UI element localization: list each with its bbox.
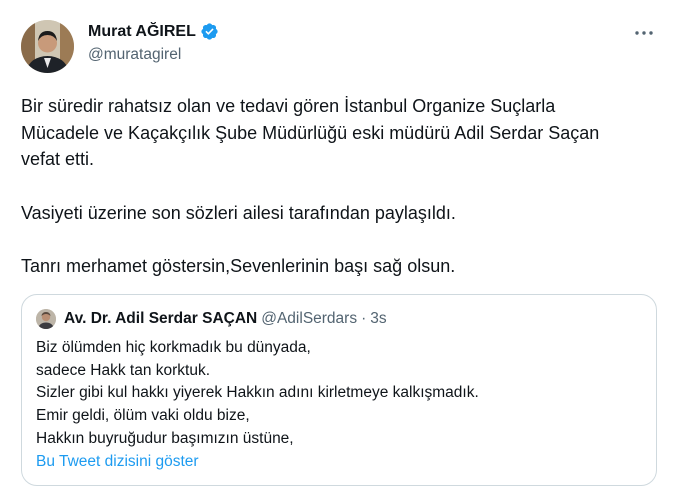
tweet-line: vefat etti. xyxy=(21,149,95,169)
tweet-text: Bir süredir rahatsız olan ve tedavi göre… xyxy=(21,93,661,280)
tweet-line: Mücadele ve Kaçakçılık Şube Müdürlüğü es… xyxy=(21,122,600,143)
author-name[interactable]: Murat AĞIREL xyxy=(88,23,196,41)
author-name-row: Murat AĞIREL xyxy=(88,22,219,41)
quoted-tweet-line: sadece Hakk tan korktuk. xyxy=(36,361,211,379)
quoted-author-name: Av. Dr. Adil Serdar SAÇAN xyxy=(64,310,258,327)
quoted-author-avatar xyxy=(36,309,56,329)
more-options-button[interactable] xyxy=(633,24,655,42)
quoted-tweet-line: Emir geldi, ölüm vaki oldu bize, xyxy=(36,407,250,425)
quoted-tweet[interactable]: Av. Dr. Adil Serdar SAÇAN @AdilSerdars ·… xyxy=(21,294,657,486)
author-handle[interactable]: @muratagirel xyxy=(88,46,181,64)
quoted-tweet-line: Sizler gibi kul hakkı yiyerek Hakkın adı… xyxy=(36,384,479,402)
quoted-tweet-line: Biz ölümden hiç korkmadık bu dünyada, xyxy=(36,339,311,356)
show-thread-link[interactable]: Bu Tweet dizisini göster xyxy=(36,453,199,471)
tweet-line: Bir süredir rahatsız olan ve tedavi göre… xyxy=(21,96,556,116)
quoted-tweet-header: Av. Dr. Adil Serdar SAÇAN @AdilSerdars ·… xyxy=(36,309,387,329)
author-avatar[interactable] xyxy=(21,20,74,73)
quoted-tweet-text: Biz ölümden hiç korkmadık bu dünyada, sa… xyxy=(36,337,479,451)
tweet-line: Vasiyeti üzerine son sözleri ailesi tara… xyxy=(21,202,456,223)
quoted-author-handle: @AdilSerdars xyxy=(261,310,358,327)
verified-badge-icon xyxy=(200,22,219,41)
more-horizontal-icon xyxy=(635,31,653,35)
quoted-tweet-time[interactable]: 3s xyxy=(370,310,386,328)
tweet-line: Tanrı merhamet göstersin,Sevenlerinin ba… xyxy=(21,256,456,276)
separator-dot: · xyxy=(361,310,367,327)
quoted-tweet-line: Hakkın buyruğudur başımızın üstüne, xyxy=(36,429,294,447)
